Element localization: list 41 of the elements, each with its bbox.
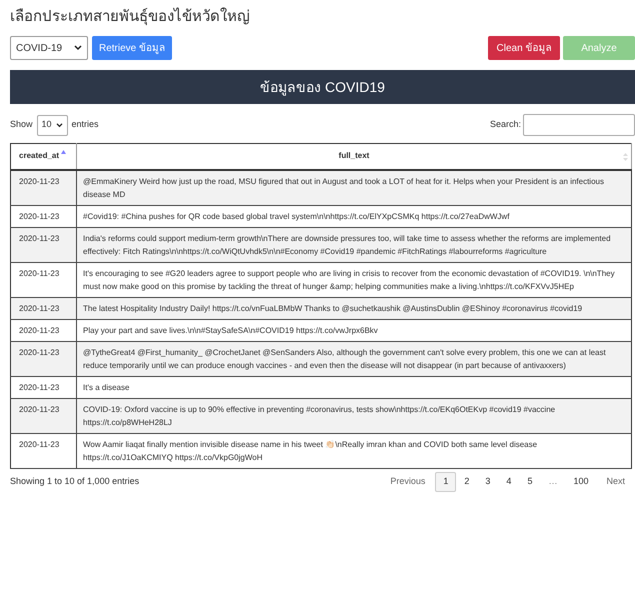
page-button[interactable]: 1: [435, 472, 456, 492]
strain-select[interactable]: COVID-19: [10, 36, 88, 60]
entries-label: entries: [72, 118, 99, 132]
text-cell: COVID-19: Oxford vaccine is up to 90% effective in preventing #coronavirus, tests show\nhttps://t.co/EKq6OtEKvp #covid19 #vaccine https://t.co/p8WHeH28LJ: [76, 398, 632, 433]
date-cell: 2020-11-23: [10, 433, 76, 468]
pagination-ellipsis: …: [547, 474, 558, 488]
date-cell: 2020-11-23: [10, 227, 76, 262]
text-cell: @TytheGreat4 @First_humanity_ @CrochetJanet @SenSanders Also, although the government can't solve every problem, this one we can at least reduce temporarily until we can produce enough vaccines - and even then the disease will not disappear (in part because of antivaxxers): [76, 341, 632, 376]
column-header[interactable]: full_text: [76, 144, 632, 170]
pagination-link[interactable]: Previous: [380, 472, 436, 492]
date-cell: 2020-11-23: [10, 376, 76, 398]
page-button[interactable]: 5: [519, 472, 540, 492]
search-field[interactable]: [523, 114, 635, 136]
column-header[interactable]: created_at: [10, 144, 76, 170]
date-cell: 2020-11-23: [10, 170, 76, 205]
date-cell: 2020-11-23: [10, 205, 76, 227]
page-button[interactable]: 4: [498, 472, 520, 492]
text-cell: #Covid19: #China pushes for QR code based global travel system\n\nhttps://t.co/ElYXpCSMKq https://t.co/27eaDwWJwf: [76, 205, 632, 227]
date-cell: 2020-11-23: [10, 319, 76, 341]
text-cell: Play your part and save lives.\n\n#StaySafeSA\n#COVID19 https://t.co/vwJrpx6Bkv: [76, 319, 632, 341]
entries-select[interactable]: 10: [36, 114, 68, 136]
title-banner: ข้อมูลของ COVID19: [10, 70, 635, 104]
page-button[interactable]: 100: [565, 472, 596, 492]
retrieve-button[interactable]: Retrieve ข้อมูล: [92, 36, 172, 60]
chevron-down-icon: [74, 45, 82, 51]
pagination-link[interactable]: Next: [596, 472, 635, 492]
chevron-down-icon: [56, 122, 63, 128]
date-cell: 2020-11-23: [10, 262, 76, 297]
page-button[interactable]: 3: [477, 472, 498, 492]
text-cell: It's encouraging to see #G20 leaders agree to support people who are living in crisis to recover from the economic devastation of #COVID19. \n\nThey must now make good on this promise by tackling the threat of hunger &amp; helping communities make a living.\nhttps://t.co/KFXVvJ5HEp: [76, 262, 632, 297]
search-label: Search:: [490, 118, 521, 132]
page-button[interactable]: 2: [456, 472, 478, 492]
date-cell: 2020-11-23: [10, 341, 76, 376]
text-cell: It's a disease: [76, 376, 632, 398]
page-title: เลือกประเภทสายพันธุ์ของไข้หวัดใหญ่: [10, 6, 250, 28]
text-cell: Wow Aamir liaqat finally mention invisible disease name in his tweet 👏🏻\nReally imran khan and COVID both same level disease https://t.co/J1OaKCMIYQ https://t.co/VkpG0jgWoH: [76, 433, 632, 468]
date-cell: 2020-11-23: [10, 297, 76, 319]
clean-button[interactable]: Clean ข้อมูล: [488, 36, 560, 60]
table-info: Showing 1 to 10 of 1,000 entries: [10, 474, 140, 488]
show-label: Show: [10, 118, 33, 132]
date-cell: 2020-11-23: [10, 398, 76, 433]
